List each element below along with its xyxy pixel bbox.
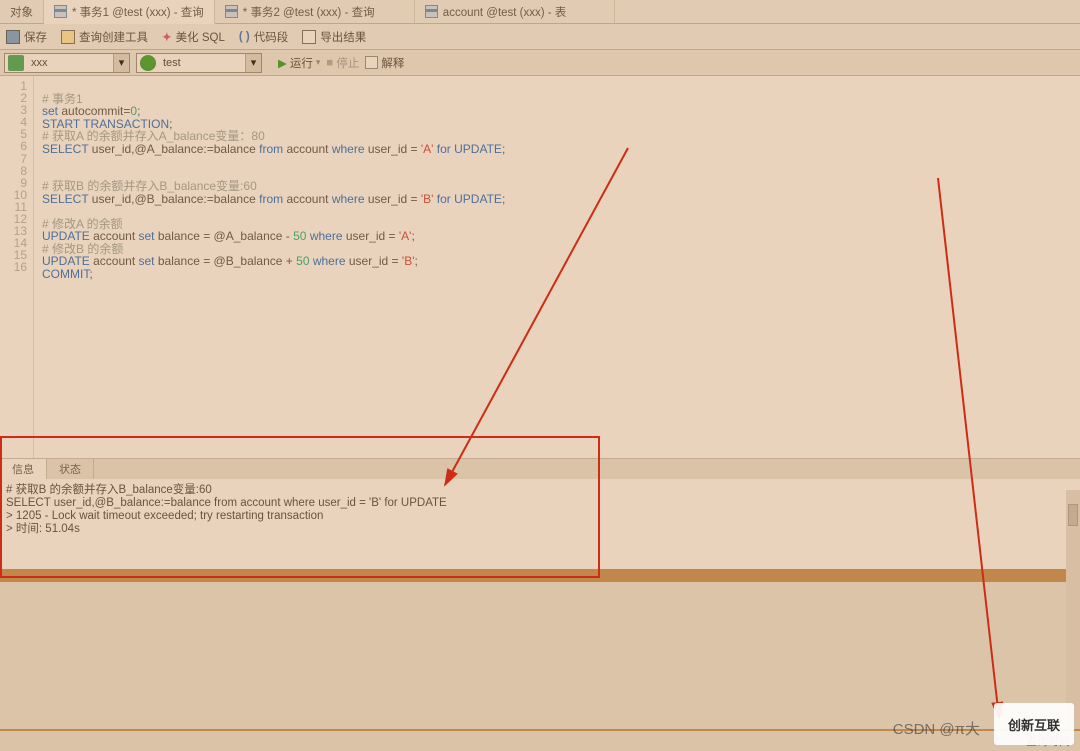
run-button[interactable]: ▶运行▾ — [278, 55, 320, 71]
brace-icon: ( ) — [239, 31, 250, 43]
result-output[interactable]: # 获取B 的余额并存入B_balance变量:60 SELECT user_i… — [0, 479, 1080, 569]
connection-row: xxx ▾ test ▾ ▶运行▾ ■停止 解释 — [0, 50, 1080, 76]
editor-tabstrip: 对象 * 事务1 @test (xxx) - 查询 * 事务2 @test (x… — [0, 0, 1080, 24]
result-tabstrip: 信息 状态 — [0, 459, 1080, 479]
stop-button[interactable]: ■停止 — [326, 55, 359, 71]
watermark-text: CSDN @π大 — [893, 718, 980, 739]
chevron-down-icon[interactable]: ▾ — [245, 54, 261, 72]
query-icon — [61, 30, 75, 44]
code-area[interactable]: # 事务1 set autocommit=0; START TRANSACTIO… — [34, 76, 505, 458]
blank-area — [0, 582, 1080, 729]
beautify-sql-button[interactable]: ✦美化 SQL — [162, 29, 225, 45]
play-icon: ▶ — [278, 56, 287, 70]
save-icon — [6, 30, 20, 44]
database-combo[interactable]: test ▾ — [136, 53, 262, 73]
line-gutter: 1234 5678 9101112 13141516 — [0, 76, 34, 458]
tab-status[interactable]: 状态 — [47, 459, 94, 479]
export-result-button[interactable]: 导出结果 — [302, 29, 366, 45]
corner-logo: 创新互联 — [994, 703, 1074, 745]
database-value: test — [159, 57, 245, 69]
table-icon — [225, 5, 238, 18]
explain-icon — [365, 56, 378, 69]
tab-label: * 事务1 @test (xxx) - 查询 — [72, 4, 204, 20]
connection-combo[interactable]: xxx ▾ — [4, 53, 130, 73]
scrollbar[interactable] — [1066, 490, 1080, 729]
tab-query2[interactable]: * 事务2 @test (xxx) - 查询 — [215, 0, 415, 23]
export-icon — [302, 30, 316, 44]
tab-query1[interactable]: * 事务1 @test (xxx) - 查询 — [44, 0, 215, 24]
connection-value: xxx — [27, 57, 113, 69]
chevron-down-icon[interactable]: ▾ — [316, 57, 321, 68]
tab-account-table[interactable]: account @test (xxx) - 表 — [415, 0, 615, 23]
database-icon — [140, 55, 156, 71]
tab-objects[interactable]: 对象 — [0, 0, 44, 23]
tab-label: * 事务2 @test (xxx) - 查询 — [243, 4, 375, 20]
scrollbar-thumb[interactable] — [1068, 504, 1078, 526]
stop-icon: ■ — [326, 57, 333, 69]
tab-info[interactable]: 信息 — [0, 459, 47, 479]
table-icon — [54, 5, 67, 18]
query-builder-button[interactable]: 查询创建工具 — [61, 29, 148, 45]
magic-icon: ✦ — [162, 30, 172, 44]
code-snippet-button[interactable]: ( )代码段 — [239, 29, 288, 45]
table-icon — [425, 5, 438, 18]
main-toolbar: 保存 查询创建工具 ✦美化 SQL ( )代码段 导出结果 — [0, 24, 1080, 50]
server-icon — [8, 55, 24, 71]
result-panel: 信息 状态 # 获取B 的余额并存入B_balance变量:60 SELECT … — [0, 458, 1080, 569]
tab-label: 对象 — [10, 4, 33, 20]
chevron-down-icon[interactable]: ▾ — [113, 54, 129, 72]
sql-editor[interactable]: 1234 5678 9101112 13141516 # 事务1 set aut… — [0, 76, 1080, 458]
tab-label: account @test (xxx) - 表 — [443, 4, 567, 20]
save-button[interactable]: 保存 — [6, 29, 47, 45]
explain-button[interactable]: 解释 — [365, 55, 404, 71]
